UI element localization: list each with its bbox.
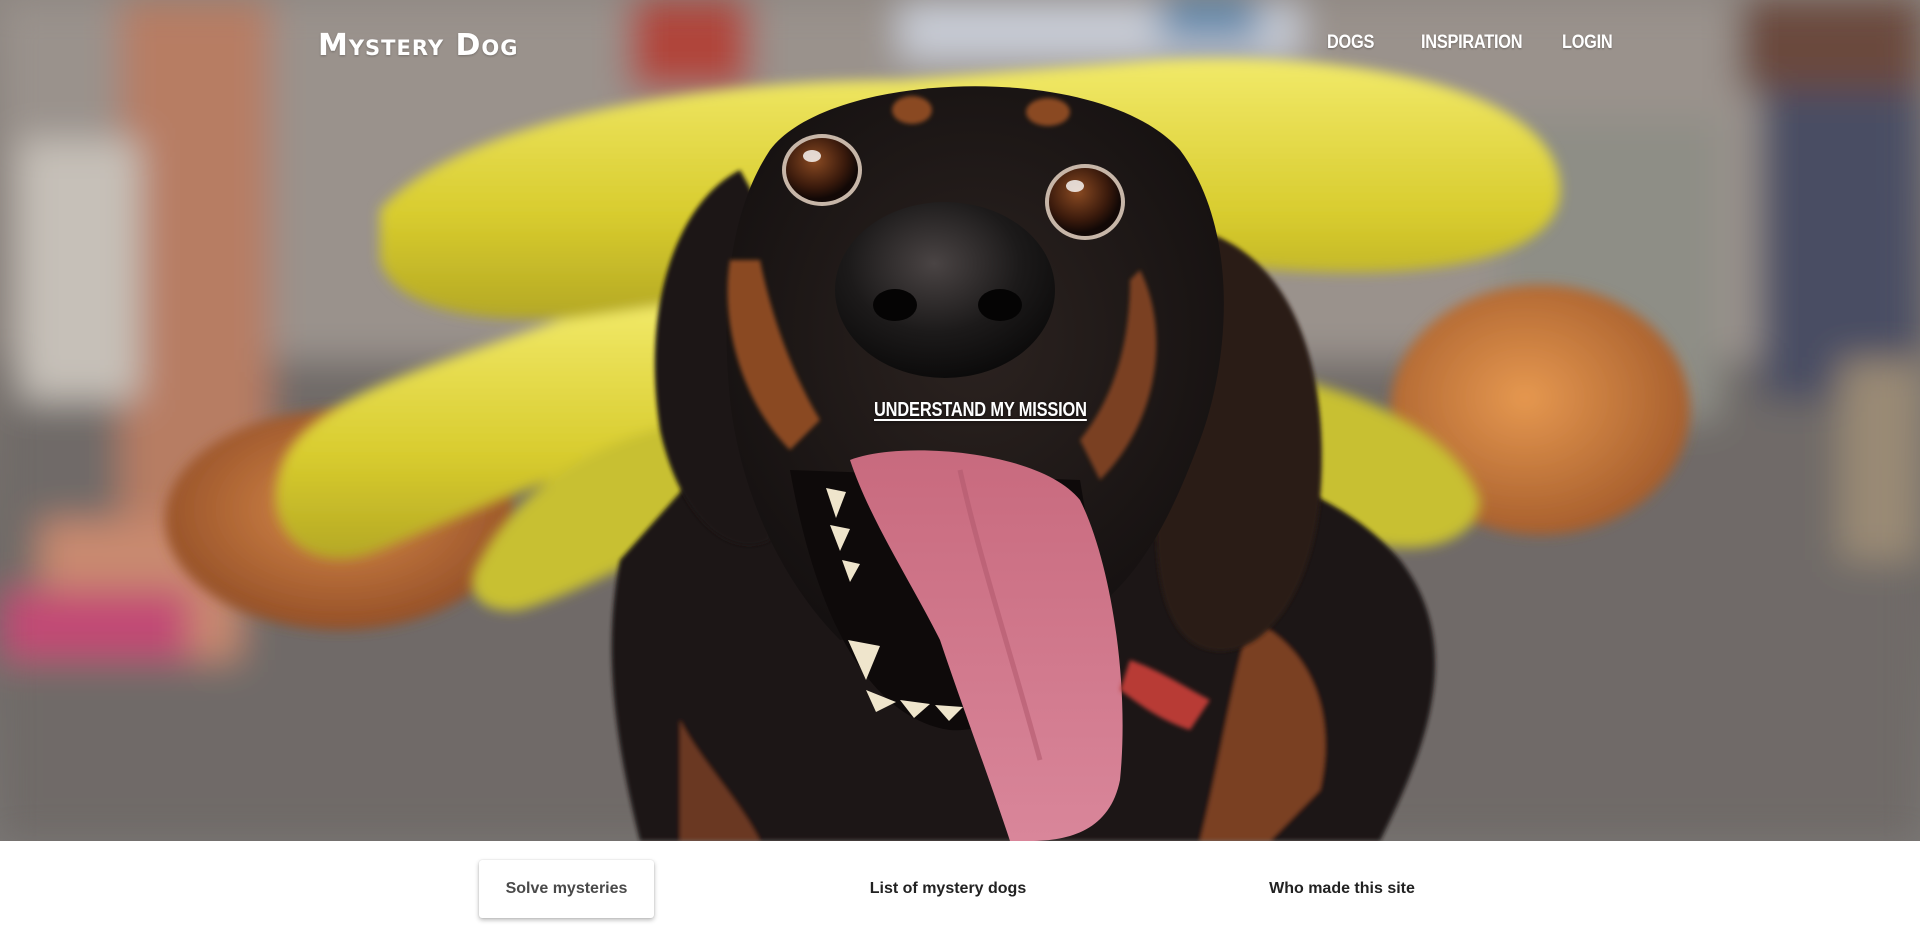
mission-link[interactable]: UNDERSTAND MY MISSION (874, 399, 1087, 422)
nav-link-inspiration[interactable]: INSPIRATION (1421, 32, 1523, 54)
tab-mystery-dogs-list[interactable]: List of mystery dogs (850, 860, 1046, 918)
tab-bar: Solve mysteries List of mystery dogs Who… (0, 841, 1920, 934)
tab-who-made-site[interactable]: Who made this site (1240, 860, 1444, 918)
site-logo[interactable]: Mystery Dog (318, 28, 519, 63)
nav-link-dogs[interactable]: DOGS (1327, 32, 1374, 54)
hero-banner: Mystery Dog DOGS INSPIRATION LOGIN UNDER… (0, 0, 1920, 841)
nav-link-login[interactable]: LOGIN (1562, 32, 1613, 54)
tab-solve-mysteries[interactable]: Solve mysteries (479, 860, 654, 918)
